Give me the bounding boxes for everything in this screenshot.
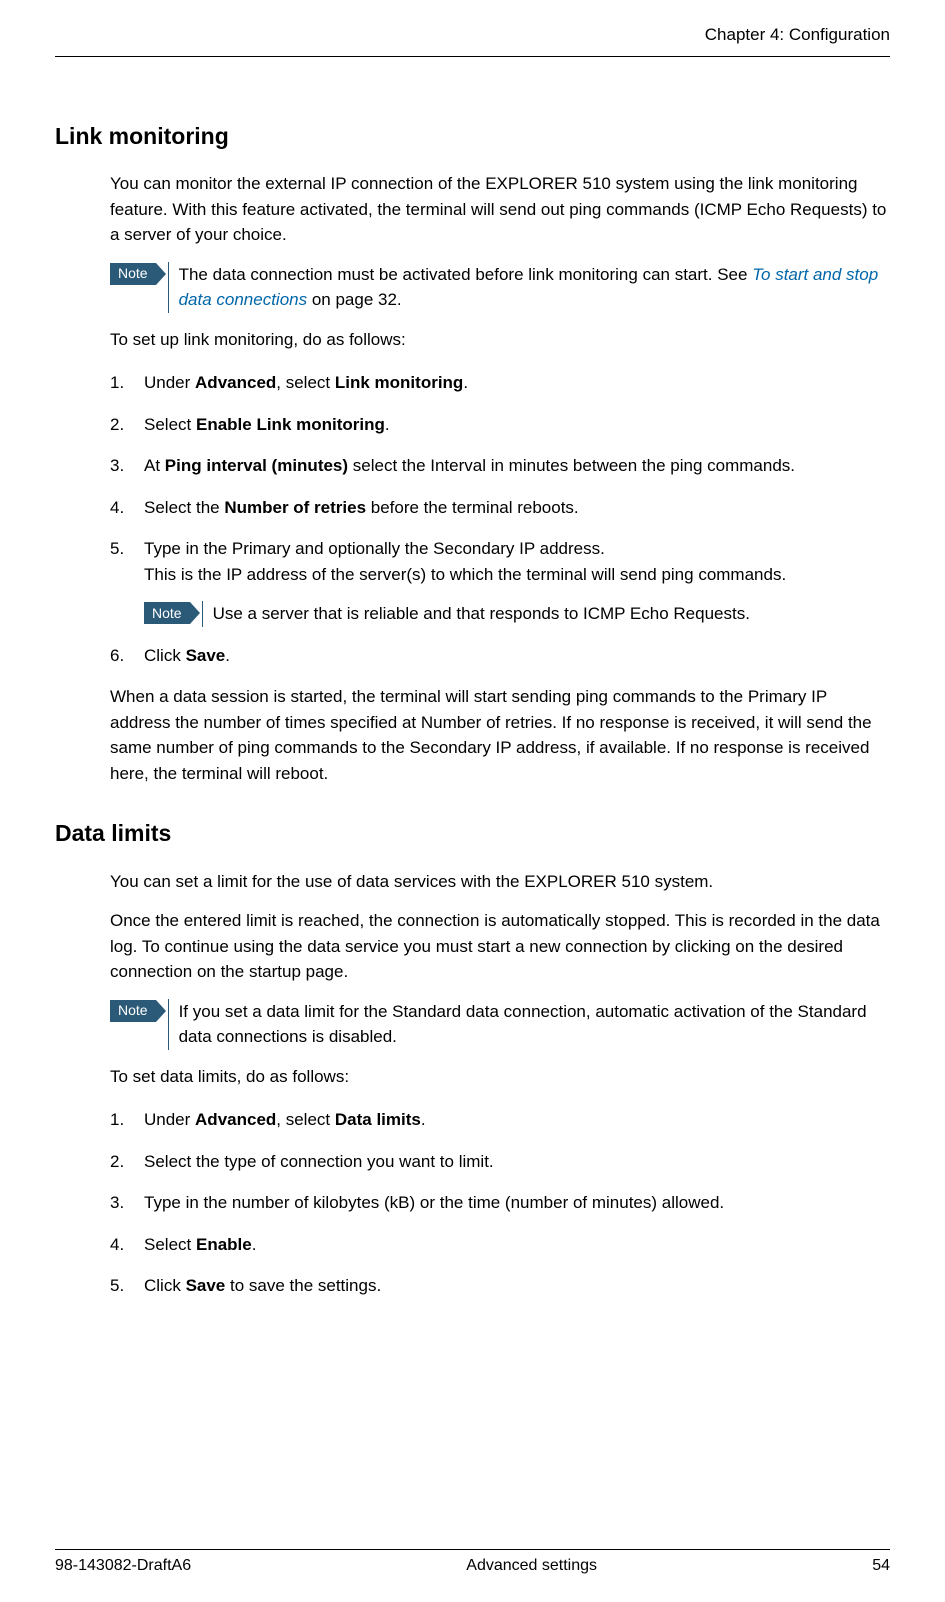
link-monitoring-steps: Under Advanced, select Link monitoring. …	[110, 370, 890, 668]
data-limits-intro1: You can set a limit for the use of data …	[110, 869, 890, 895]
step-item: Click Save.	[110, 643, 890, 669]
step-bold: Data limits	[335, 1110, 421, 1129]
setup-intro: To set up link monitoring, do as follows…	[110, 327, 890, 353]
step-text: Under	[144, 373, 195, 392]
step-text: .	[463, 373, 468, 392]
step-text: Click	[144, 1276, 186, 1295]
footer-doc-id: 98-143082-DraftA6	[55, 1554, 191, 1578]
step-text: Select the	[144, 498, 224, 517]
note-block: Note The data connection must be activat…	[110, 262, 890, 313]
step-line1: Type in the Primary and optionally the S…	[144, 536, 890, 562]
step-item: At Ping interval (minutes) select the In…	[110, 453, 890, 479]
step-text: , select	[276, 1110, 335, 1129]
step-text: .	[385, 415, 390, 434]
step-text: Click	[144, 646, 186, 665]
note-block: Note Use a server that is reliable and t…	[144, 601, 890, 627]
note-tag: Note	[110, 263, 156, 285]
step-text: to save the settings.	[225, 1276, 381, 1295]
note-text: If you set a data limit for the Standard…	[168, 999, 890, 1050]
step-text: , select	[276, 373, 335, 392]
step-text: select the Interval in minutes between t…	[348, 456, 795, 475]
step-bold: Link monitoring	[335, 373, 463, 392]
data-limits-setup-intro: To set data limits, do as follows:	[110, 1064, 890, 1090]
step-text: .	[252, 1235, 257, 1254]
note-block: Note If you set a data limit for the Sta…	[110, 999, 890, 1050]
link-monitoring-intro: You can monitor the external IP connecti…	[110, 171, 890, 248]
chapter-header: Chapter 4: Configuration	[55, 22, 890, 48]
step-item: Select the type of connection you want t…	[110, 1149, 890, 1175]
footer-page-number: 54	[872, 1554, 890, 1578]
step-bold: Ping interval (minutes)	[165, 456, 348, 475]
footer-section: Advanced settings	[466, 1554, 597, 1578]
link-monitoring-outro: When a data session is started, the term…	[110, 684, 890, 786]
step-item: Select Enable.	[110, 1232, 890, 1258]
step-text: .	[225, 646, 230, 665]
data-limits-intro2: Once the entered limit is reached, the c…	[110, 908, 890, 985]
step-item: Under Advanced, select Data limits.	[110, 1107, 890, 1133]
step-text: before the terminal reboots.	[366, 498, 579, 517]
step-text: .	[421, 1110, 426, 1129]
step-text: At	[144, 456, 165, 475]
step-item: Type in the number of kilobytes (kB) or …	[110, 1190, 890, 1216]
step-bold: Save	[186, 1276, 226, 1295]
step-item: Type in the Primary and optionally the S…	[110, 536, 890, 627]
step-text: Select	[144, 415, 196, 434]
step-bold: Number of retries	[224, 498, 366, 517]
section-title-link-monitoring: Link monitoring	[55, 119, 890, 154]
step-item: Under Advanced, select Link monitoring.	[110, 370, 890, 396]
data-limits-steps: Under Advanced, select Data limits. Sele…	[110, 1107, 890, 1299]
step-text: Under	[144, 1110, 195, 1129]
step-bold: Advanced	[195, 1110, 276, 1129]
note-text: Use a server that is reliable and that r…	[202, 601, 890, 627]
section-title-data-limits: Data limits	[55, 816, 890, 851]
note-tag: Note	[110, 1000, 156, 1022]
step-bold: Enable	[196, 1235, 252, 1254]
step-bold: Enable Link monitoring	[196, 415, 385, 434]
step-bold: Save	[186, 646, 226, 665]
note-post: on page 32.	[307, 290, 402, 309]
note-text: The data connection must be activated be…	[168, 262, 890, 313]
page-footer: 98-143082-DraftA6 Advanced settings 54	[55, 1549, 890, 1578]
step-item: Click Save to save the settings.	[110, 1273, 890, 1299]
note-tag: Note	[144, 602, 190, 624]
step-line2: This is the IP address of the server(s) …	[144, 562, 890, 588]
step-item: Select Enable Link monitoring.	[110, 412, 890, 438]
step-item: Select the Number of retries before the …	[110, 495, 890, 521]
step-text: Select	[144, 1235, 196, 1254]
note-pre: The data connection must be activated be…	[179, 265, 753, 284]
step-bold: Advanced	[195, 373, 276, 392]
